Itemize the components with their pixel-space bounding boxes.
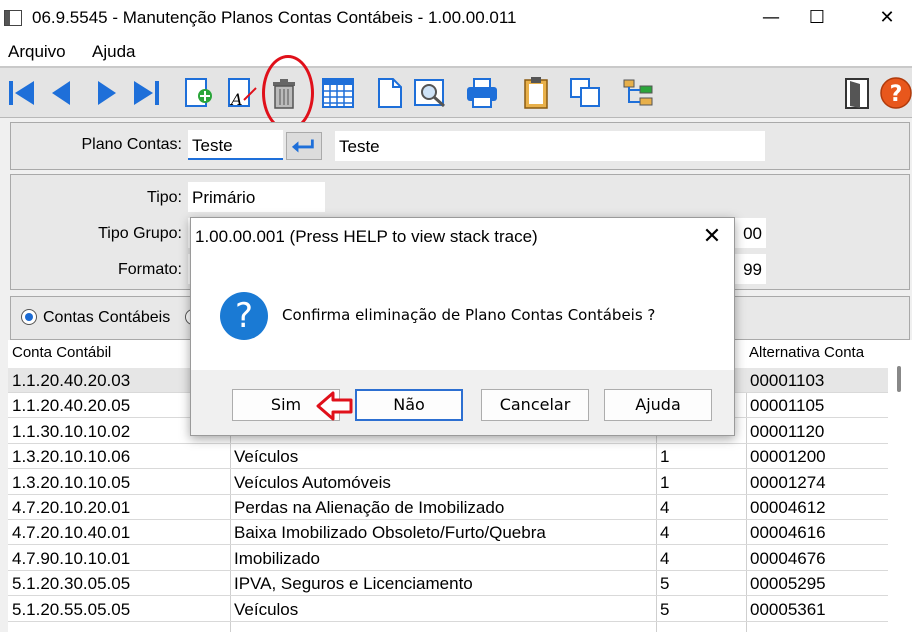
- cell-descricao: Veículos: [234, 599, 299, 619]
- cell-tipo: 1: [660, 447, 670, 467]
- cell-tipo: 1: [660, 472, 670, 492]
- question-icon: ?: [220, 292, 268, 340]
- table-row[interactable]: 4.7.90.10.10.01 Imobilizado 4 00004676: [8, 546, 888, 571]
- menu-bar: Arquivo Ajuda: [0, 36, 912, 68]
- nao-button[interactable]: Não: [355, 389, 463, 421]
- cell-descricao: Veículos Automóveis: [234, 472, 391, 492]
- cell-alt: 00004616: [750, 523, 826, 543]
- enter-icon: [291, 139, 314, 153]
- cell-alt: 00001274: [750, 472, 826, 492]
- plano-contas-label: Plano Contas:: [81, 136, 182, 153]
- cell-descricao: IPVA, Seguros e Licenciamento: [234, 574, 473, 594]
- table-row[interactable]: 1.3.20.10.10.06 Veículos 1 00001200: [8, 444, 888, 470]
- cell-conta: 4.7.20.10.40.01: [12, 523, 131, 543]
- column-header-alternativa[interactable]: Alternativa Conta: [749, 344, 864, 361]
- cell-alt: 00005361: [750, 599, 826, 619]
- cell-descricao: Veículos: [234, 447, 299, 467]
- dialog-title: 1.00.00.001 (Press HELP to view stack tr…: [195, 227, 538, 246]
- cell-alt: 00001103: [750, 371, 825, 390]
- app-icon: [4, 10, 22, 26]
- title-bar: 06.9.5545 - Manutenção Planos Contas Con…: [0, 0, 912, 36]
- cell-alt: 00004612: [750, 498, 826, 517]
- new-record-icon[interactable]: [180, 74, 216, 112]
- ajuda-button[interactable]: Ajuda: [604, 389, 712, 421]
- table-row[interactable]: 4.7.20.10.20.01 Perdas na Alienação de Im…: [8, 495, 888, 520]
- cell-conta: 4.7.90.10.10.01: [12, 548, 131, 568]
- menu-arquivo[interactable]: Arquivo: [8, 42, 66, 62]
- menu-ajuda[interactable]: Ajuda: [92, 42, 135, 62]
- cell-conta: 5.1.20.30.05.05: [12, 574, 131, 594]
- cell-alt: 00001120: [750, 421, 825, 441]
- cell-tipo: 4: [660, 523, 670, 543]
- cell-alt: 00004676: [750, 548, 826, 568]
- table-row[interactable]: 5.1.20.30.05.05 IPVA, Seguros e Licenciam…: [8, 571, 888, 597]
- clipboard-icon[interactable]: [518, 74, 554, 112]
- copy-icon[interactable]: [568, 74, 604, 112]
- plano-contas-input[interactable]: Teste: [188, 130, 283, 160]
- cell-descricao: Imobilizado: [234, 548, 320, 568]
- first-icon[interactable]: [4, 74, 40, 112]
- table-row[interactable]: 5.1.20.55.05.05 Veículos 5 00005361: [8, 597, 888, 622]
- next-icon[interactable]: [88, 74, 124, 112]
- tipo-grupo-label: Tipo Grupo:: [98, 225, 182, 242]
- close-button[interactable]: ✕: [864, 4, 910, 32]
- print-icon[interactable]: [464, 74, 500, 112]
- cell-tipo: 5: [660, 574, 670, 594]
- svg-text:A: A: [229, 90, 243, 109]
- dialog-close-button[interactable]: ✕: [697, 222, 727, 252]
- cell-tipo: 4: [660, 498, 670, 517]
- cell-alt: 00005295: [750, 574, 826, 594]
- cell-conta: 1.3.20.10.10.06: [12, 447, 131, 467]
- window-title: 06.9.5545 - Manutenção Planos Contas Con…: [32, 8, 517, 27]
- grid-scrollbar[interactable]: [897, 366, 901, 392]
- dialog-message: Confirma eliminação de Plano Contas Cont…: [282, 306, 656, 324]
- tipo-field[interactable]: Primário: [188, 182, 325, 212]
- tipo-label: Tipo:: [147, 189, 182, 206]
- plano-contas-description: Teste: [335, 131, 765, 161]
- annotation-circle: [262, 55, 314, 131]
- radio-contas-contabeis-label: Contas Contábeis: [43, 309, 171, 326]
- grid-icon[interactable]: [320, 74, 356, 112]
- dialog-footer: Sim Não Cancelar Ajuda: [191, 370, 734, 435]
- cell-descricao: Baixa Imobilizado Obsoleto/Furto/Quebra: [234, 523, 546, 543]
- cell-conta: 4.7.20.10.20.01: [12, 498, 131, 517]
- cell-conta: 1.3.20.10.10.05: [12, 472, 131, 492]
- column-header-conta[interactable]: Conta Contábil: [12, 344, 111, 361]
- tree-icon[interactable]: [620, 74, 656, 112]
- cell-alt: 00001200: [750, 447, 826, 467]
- edit-icon[interactable]: A: [222, 74, 258, 112]
- cell-conta: 5.1.20.55.05.05: [12, 599, 131, 619]
- confirm-dialog: 1.00.00.001 (Press HELP to view stack tr…: [190, 217, 735, 436]
- preview-icon[interactable]: [412, 74, 448, 112]
- cell-tipo: 5: [660, 599, 670, 619]
- document-icon[interactable]: [372, 74, 408, 112]
- cell-tipo: 4: [660, 548, 670, 568]
- help-icon[interactable]: ?: [878, 74, 912, 112]
- minimize-button[interactable]: —: [748, 4, 794, 32]
- exit-door-icon[interactable]: [840, 74, 876, 112]
- last-icon[interactable]: [128, 74, 164, 112]
- cell-descricao: Perdas na Alienação de Imobilizado: [234, 498, 505, 517]
- maximize-button[interactable]: ☐: [794, 4, 840, 32]
- enter-button[interactable]: [286, 132, 322, 160]
- cell-alt: 00001105: [750, 396, 825, 416]
- annotation-arrow-icon: [316, 391, 353, 421]
- radio-contas-contabeis[interactable]: [21, 309, 37, 325]
- table-row[interactable]: 4.7.20.10.40.01 Baixa Imobilizado Obsolet…: [8, 520, 888, 546]
- cancelar-button[interactable]: Cancelar: [481, 389, 589, 421]
- toolbar: A ?: [0, 68, 912, 118]
- table-row[interactable]: 1.3.20.10.10.05 Veículos Automóveis 1 00001…: [8, 470, 888, 495]
- previous-icon[interactable]: [44, 74, 80, 112]
- formato-label: Formato:: [117, 261, 182, 278]
- svg-text:?: ?: [890, 82, 903, 107]
